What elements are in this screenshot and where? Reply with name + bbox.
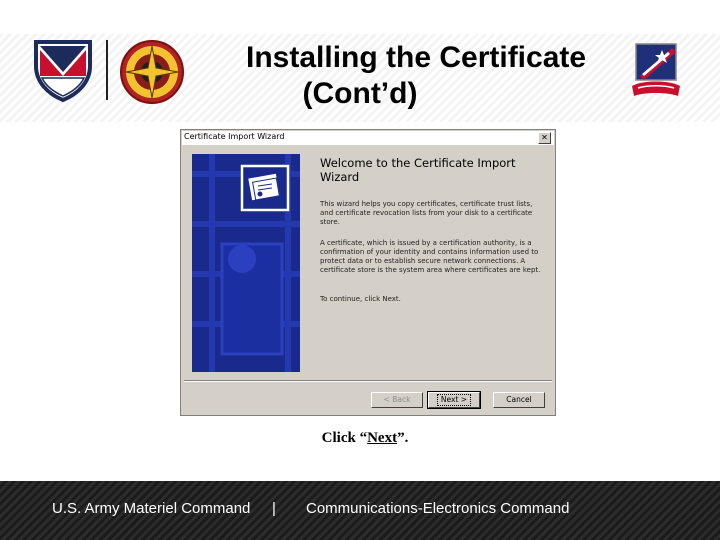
back-button[interactable]: < Back — [371, 392, 423, 408]
wizard-heading: Welcome to the Certificate Import Wizard — [320, 156, 516, 184]
next-button-label: Next > — [436, 394, 472, 406]
footer-cecom-label: Communications-Electronics Command — [306, 500, 570, 517]
wizard-continue-instruction: To continue, click Next. — [320, 295, 401, 303]
footer-amc-label: U.S. Army Materiel Command — [52, 500, 251, 517]
close-icon: ✕ — [541, 133, 548, 142]
cecom-emblem-logo — [118, 38, 186, 106]
wizard-title: Certificate Import Wizard — [184, 132, 285, 141]
logo-divider — [106, 40, 108, 100]
amc-shield-logo — [30, 36, 96, 103]
slide-title-line2: (Cont’d) — [302, 77, 418, 110]
wizard-side-panel — [192, 154, 300, 372]
footer-separator: | — [272, 500, 276, 517]
wizard-separator — [184, 380, 552, 382]
next-button[interactable]: Next > — [427, 391, 481, 409]
cancel-button[interactable]: Cancel — [493, 392, 545, 408]
caption-next-word: Next — [367, 430, 398, 446]
slide-caption: Click “Next”. — [321, 430, 409, 446]
slide-title: Installing the Certificate (Cont’d) — [190, 40, 587, 112]
unit-insignia-logo — [628, 40, 684, 102]
wizard-intro-text: This wizard helps you copy certificates,… — [320, 200, 533, 226]
certificate-banner-graphic — [192, 154, 300, 372]
wizard-titlebar: Certificate Import Wizard ✕ — [182, 131, 554, 146]
certificate-import-wizard-window: Certificate Import Wizard ✕ Welcome to t… — [180, 129, 556, 416]
wizard-certificate-description: A certificate, which is issued by a cert… — [320, 239, 541, 274]
slide-title-line1: Installing the Certificate — [246, 41, 587, 74]
close-button[interactable]: ✕ — [538, 132, 551, 144]
